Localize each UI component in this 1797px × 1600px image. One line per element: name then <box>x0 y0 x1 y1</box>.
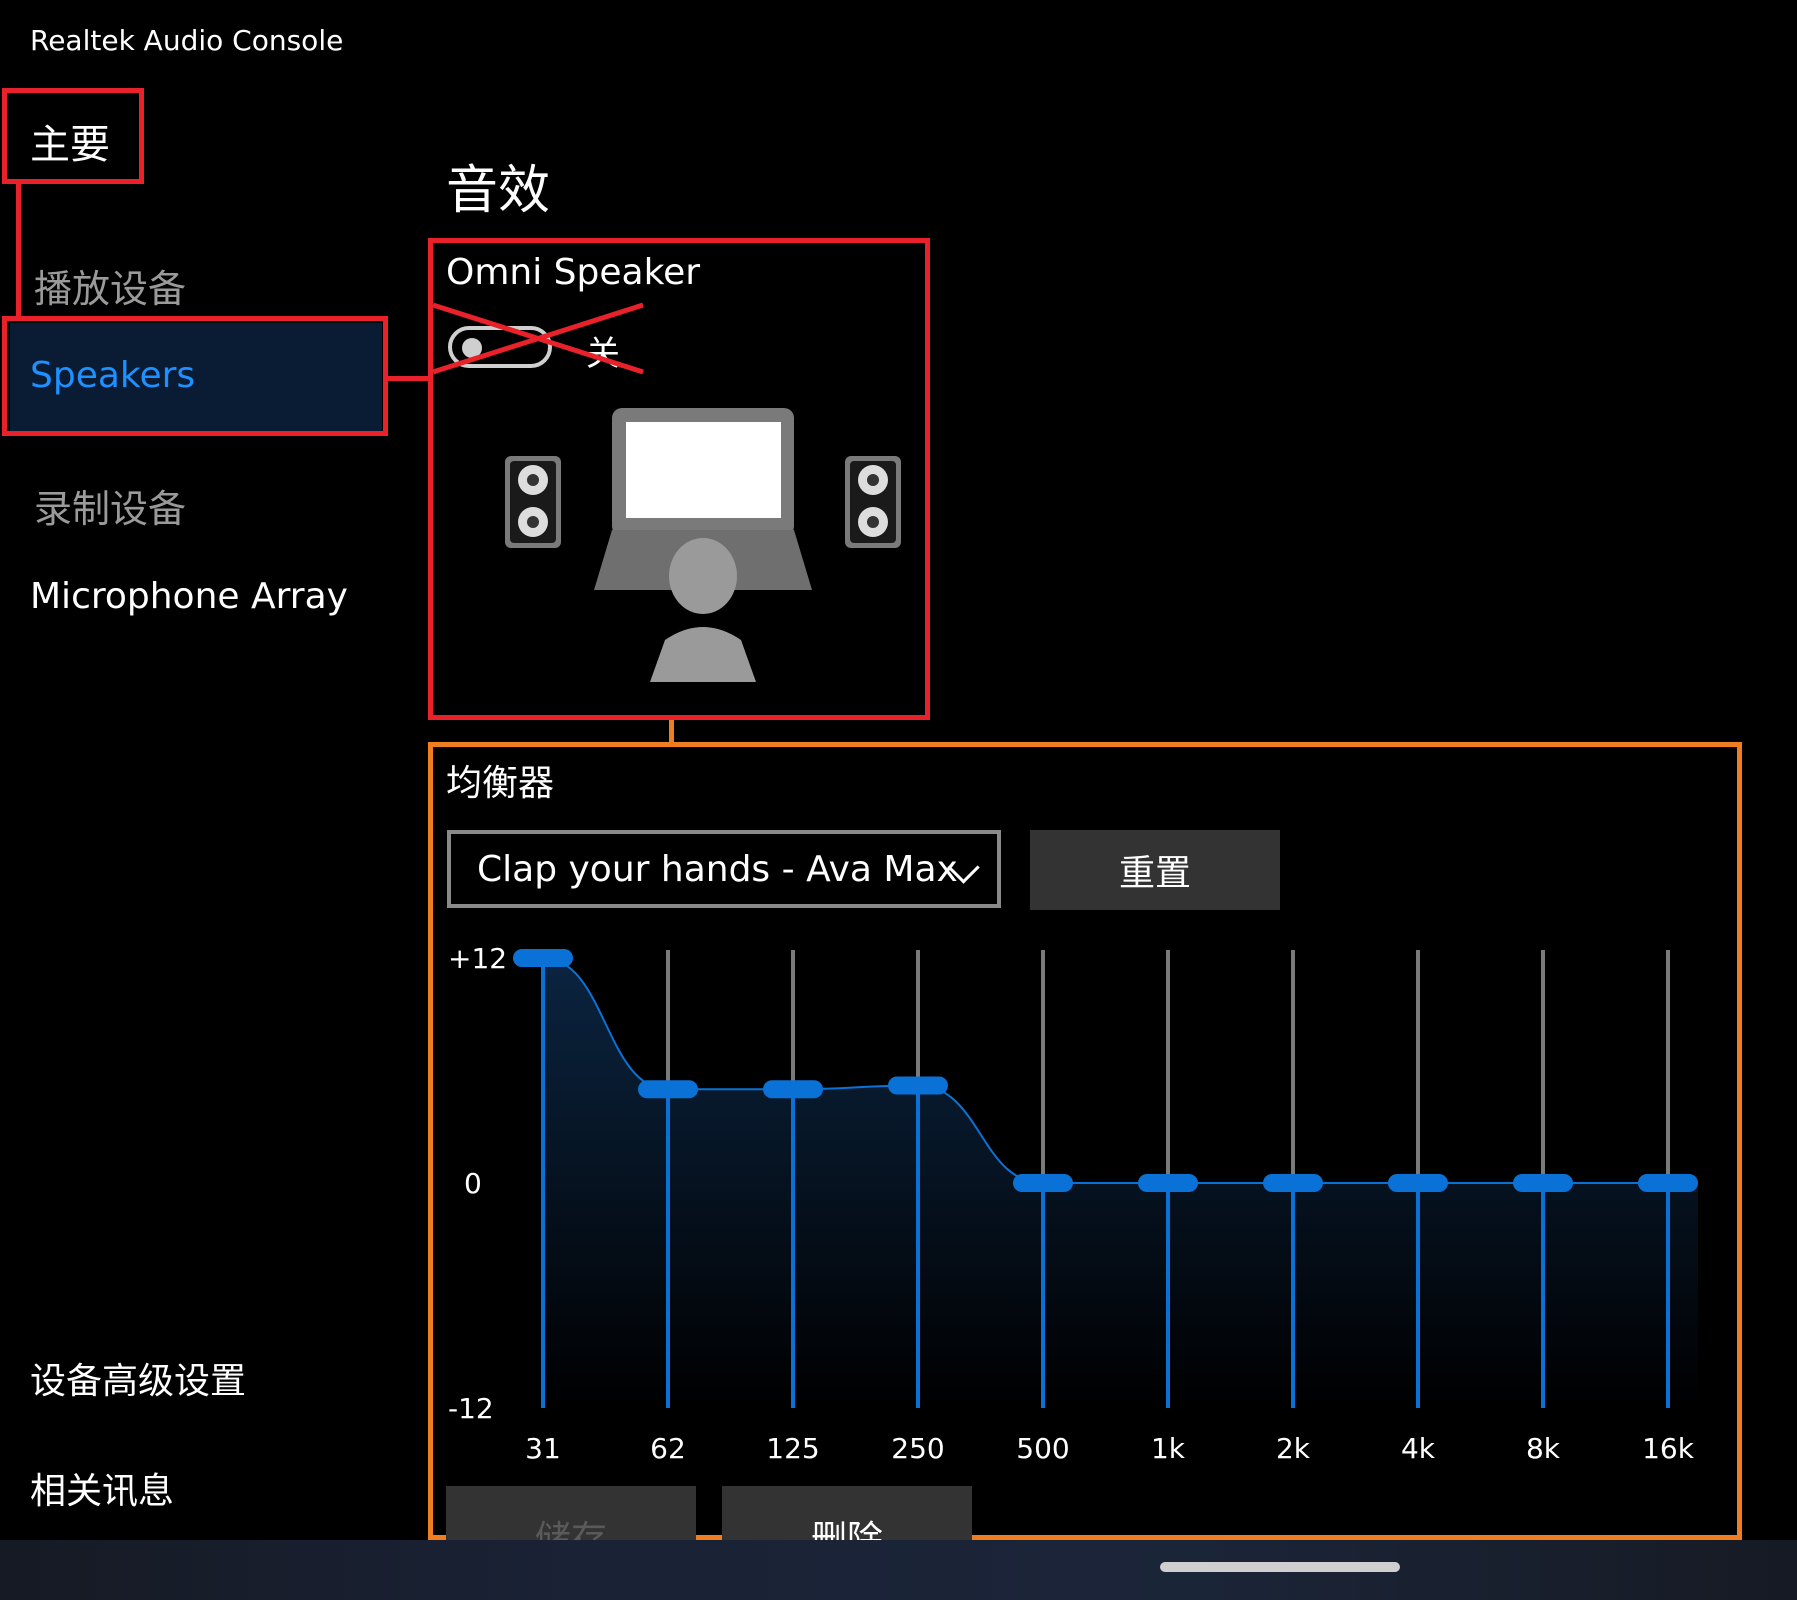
home-indicator[interactable] <box>1160 1562 1400 1572</box>
eq-slider-thumb-4k[interactable] <box>1388 1174 1448 1192</box>
highlight-main <box>2 88 144 184</box>
eq-band-label: 8k <box>1526 1432 1561 1465</box>
delete-button[interactable]: 删除 <box>722 1486 972 1540</box>
highlight-speakers <box>2 316 388 436</box>
eq-band-label: 4k <box>1401 1432 1436 1465</box>
recording-devices-header: 录制设备 <box>34 487 187 531</box>
page-title: 音效 <box>446 161 551 221</box>
left-speaker-icon <box>505 456 561 548</box>
related-info-link[interactable]: 相关讯息 <box>30 1462 174 1514</box>
eq-slider-thumb-62[interactable] <box>638 1080 698 1099</box>
right-speaker-icon <box>845 456 901 548</box>
eq-band-label: 1k <box>1151 1432 1186 1465</box>
y-tick-label: +12 <box>448 942 507 975</box>
eq-preset-dropdown[interactable]: Clap your hands - Ava Max <box>447 830 1001 908</box>
eq-band-label: 500 <box>1016 1432 1069 1465</box>
y-tick-label: -12 <box>448 1392 494 1425</box>
taskbar <box>0 1540 1797 1600</box>
eq-slider-thumb-1k[interactable] <box>1138 1174 1198 1192</box>
disabled-cross-mark <box>432 302 644 375</box>
eq-band-label: 62 <box>650 1432 686 1465</box>
app-title: Realtek Audio Console <box>30 24 344 57</box>
eq-band-label: 125 <box>766 1432 819 1465</box>
connector-line <box>388 376 432 381</box>
eq-preset-value: Clap your hands - Ava Max <box>477 848 958 890</box>
eq-slider-thumb-125[interactable] <box>763 1080 823 1099</box>
omni-speaker-illustration <box>505 408 901 682</box>
sidebar-item-microphone-array[interactable]: Microphone Array <box>30 576 348 617</box>
omni-speaker-label: Omni Speaker <box>446 252 701 293</box>
reset-button[interactable]: 重置 <box>1030 830 1280 910</box>
eq-slider-thumb-31[interactable] <box>513 949 573 967</box>
equalizer-chart: +12 0 -12 31 62 125 250 500 1k 2k 4k 8k 16k <box>448 942 1698 1465</box>
eq-band-label: 250 <box>891 1432 944 1465</box>
connector-line <box>669 720 674 742</box>
eq-slider-thumb-16k[interactable] <box>1638 1174 1698 1192</box>
y-tick-label: 0 <box>464 1167 482 1200</box>
connector-line <box>16 184 21 319</box>
eq-band-label: 2k <box>1276 1432 1311 1465</box>
equalizer-label: 均衡器 <box>446 763 555 804</box>
advanced-settings-link[interactable]: 设备高级设置 <box>30 1352 246 1404</box>
save-button[interactable]: 储存 <box>446 1486 696 1540</box>
playback-devices-header: 播放设备 <box>34 267 187 311</box>
eq-slider-thumb-2k[interactable] <box>1263 1174 1323 1192</box>
eq-slider-thumb-250[interactable] <box>888 1076 948 1095</box>
eq-band-label: 31 <box>525 1432 561 1465</box>
eq-band-label: 16k <box>1642 1432 1695 1465</box>
eq-slider-thumb-500[interactable] <box>1013 1174 1073 1192</box>
eq-slider-thumb-8k[interactable] <box>1513 1174 1573 1192</box>
